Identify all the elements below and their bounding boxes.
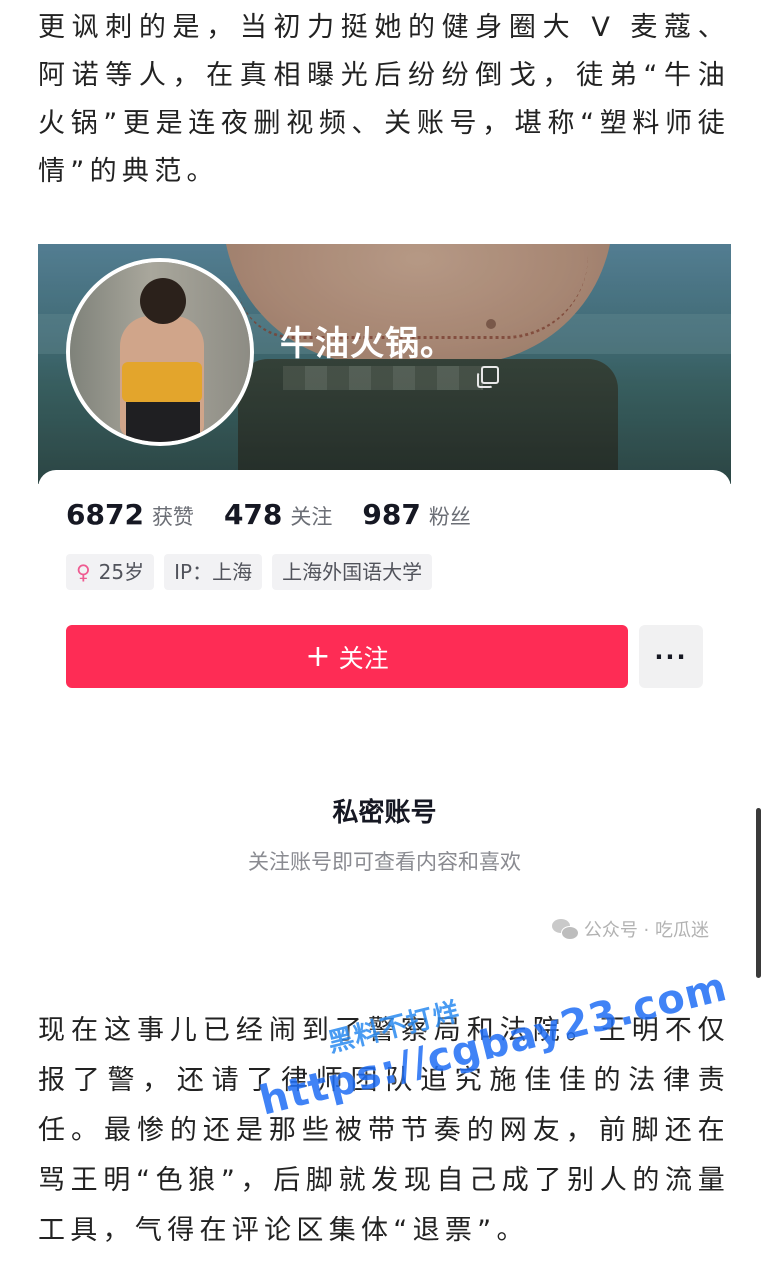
tag-age: ♀ 25岁 [66, 554, 155, 590]
profile-screenshot-card: 牛油火锅。 6872 获赞 478 关注 987 粉丝 ♀ 25岁 IP：上海 [38, 244, 731, 962]
female-icon: ♀ [76, 560, 91, 584]
profile-name: 牛油火锅。 [280, 324, 455, 364]
avatar [66, 258, 254, 446]
stat-following-label: 关注 [290, 505, 333, 529]
follow-button-label: 关注 [338, 643, 389, 673]
wechat-source-watermark: 公众号 · 吃瓜迷 [551, 916, 709, 942]
profile-panel: 6872 获赞 478 关注 987 粉丝 ♀ 25岁 IP：上海 上海外国语大… [38, 470, 731, 962]
private-account-title: 私密账号 [332, 798, 437, 828]
tag-age-text: 25岁 [98, 560, 145, 584]
private-account-subtitle: 关注账号即可查看内容和喜欢 [248, 850, 521, 874]
tag-school-text: 上海外国语大学 [282, 560, 423, 584]
stat-following-value: 478 [223, 498, 283, 531]
plus-icon: + [305, 638, 331, 674]
profile-tags: ♀ 25岁 IP：上海 上海外国语大学 [66, 554, 442, 590]
scrollbar[interactable] [756, 808, 761, 978]
stat-followers-label: 粉丝 [428, 505, 471, 529]
tag-school[interactable]: 上海外国语大学 [272, 554, 433, 590]
copy-icon[interactable] [477, 366, 499, 388]
stat-followers-value: 987 [362, 498, 421, 531]
more-options-button[interactable]: ··· [639, 625, 703, 688]
wechat-icon [551, 919, 579, 940]
stat-followers[interactable]: 987 粉丝 [362, 498, 470, 531]
follow-button[interactable]: + 关注 [66, 625, 628, 688]
article-paragraph-top: 更讽刺的是，当初力挺她的健身圈大 V 麦蔻、阿诺等人，在真相曝光后纷纷倒戈，徒弟… [38, 12, 730, 187]
wechat-source-text: 公众号 · 吃瓜迷 [583, 920, 709, 941]
stat-likes[interactable]: 6872 获赞 [66, 498, 194, 531]
stat-likes-value: 6872 [66, 498, 144, 531]
blurred-account-id [283, 366, 483, 390]
tag-ip-text: IP：上海 [174, 560, 253, 584]
profile-stats: 6872 获赞 478 关注 987 粉丝 [66, 498, 501, 531]
stat-following[interactable]: 478 关注 [224, 498, 332, 531]
tag-ip: IP：上海 [164, 554, 263, 590]
stat-likes-label: 获赞 [151, 505, 194, 529]
